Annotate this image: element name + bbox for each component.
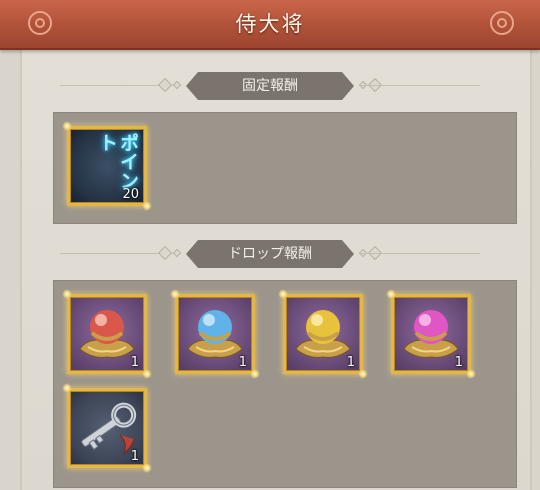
drop-reward-label: ドロップ報酬 [186, 240, 354, 268]
item-count: 1 [130, 449, 139, 464]
reward-item-red-orb[interactable]: 1 [62, 289, 152, 379]
item-count: 1 [454, 355, 463, 370]
item-count: 1 [346, 355, 355, 370]
divider-line-right [360, 85, 480, 86]
fixed-reward-box: ポイント 20 [53, 112, 517, 224]
item-count: 1 [130, 355, 139, 370]
sparkle-icon [62, 289, 72, 299]
sparkle-icon [142, 463, 152, 473]
drop-reward-box: 1 1 1 1 1 [53, 280, 517, 488]
point-icon: ポイント [96, 133, 139, 190]
sparkle-icon [358, 369, 368, 379]
item-count: 20 [122, 187, 139, 202]
sparkle-icon [62, 383, 72, 393]
title-bar: 侍大将 [0, 0, 540, 50]
reward-item-pink-orb[interactable]: 1 [386, 289, 476, 379]
reward-item-yellow-orb[interactable]: 1 [278, 289, 368, 379]
divider-line-right [360, 253, 480, 254]
sparkle-icon [278, 289, 288, 299]
page-title: 侍大将 [235, 12, 305, 36]
reward-item-blue-orb[interactable]: 1 [170, 289, 260, 379]
sparkle-icon [142, 201, 152, 211]
reward-item-key[interactable]: 1 [62, 383, 152, 473]
sparkle-icon [466, 369, 476, 379]
fixed-reward-label: 固定報酬 [186, 72, 354, 100]
sparkle-icon [62, 121, 72, 131]
sparkle-icon [142, 369, 152, 379]
item-count: 1 [238, 355, 247, 370]
sparkle-icon [170, 289, 180, 299]
sparkle-icon [386, 289, 396, 299]
reward-item-point[interactable]: ポイント 20 [62, 121, 152, 211]
sparkle-icon [250, 369, 260, 379]
